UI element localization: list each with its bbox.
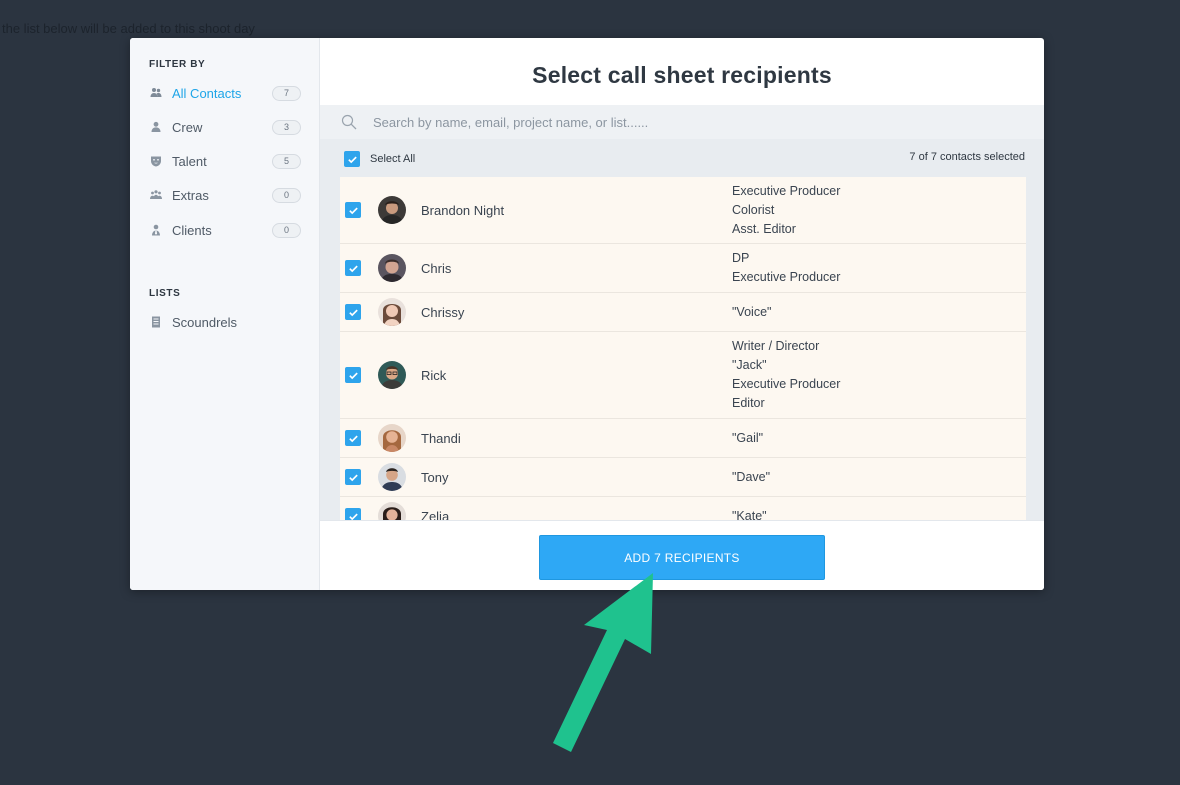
filter-extras[interactable]: Extras 0 (149, 184, 301, 206)
checkmark-icon (347, 156, 357, 163)
filter-count-badge: 7 (272, 85, 301, 101)
filter-label: Extras (172, 187, 209, 203)
contact-name: Rick (421, 367, 447, 383)
contact-row-chris[interactable]: Chris DP Executive Producer (340, 244, 1026, 293)
checkmark-icon (348, 513, 358, 520)
checkmark-icon (348, 309, 358, 316)
contact-checkbox[interactable] (345, 508, 361, 520)
contact-role: Executive Producer (732, 270, 841, 284)
contact-roles: Writer / Director "Jack" Executive Produ… (732, 337, 840, 413)
contact-roles: "Gail" (732, 429, 763, 448)
filter-clients[interactable]: Clients 0 (149, 219, 301, 241)
contact-checkbox[interactable] (345, 260, 361, 276)
avatar (378, 196, 406, 224)
contact-role: Executive Producer (732, 183, 841, 198)
client-icon (149, 223, 163, 237)
filter-label: Talent (172, 153, 207, 169)
contact-row-zelia[interactable]: Zelia "Kate" (340, 497, 1026, 520)
filter-sidebar: FILTER BY All Contacts 7 Crew 3 Talent 5 (130, 38, 320, 590)
filter-count-badge: 5 (272, 153, 301, 169)
contact-checkbox[interactable] (345, 469, 361, 485)
select-all[interactable]: Select All (344, 151, 415, 167)
avatar (378, 254, 406, 282)
recipients-modal: FILTER BY All Contacts 7 Crew 3 Talent 5 (130, 38, 1044, 590)
group-icon (149, 86, 163, 100)
avatar (378, 298, 406, 326)
contact-checkbox[interactable] (345, 202, 361, 218)
contact-roles: "Kate" (732, 507, 767, 521)
search-input[interactable] (373, 114, 873, 130)
recipients-panel: Select call sheet recipients Select All … (320, 38, 1044, 590)
list-icon (149, 315, 163, 329)
mask-icon (149, 154, 163, 168)
contact-role: Editor (732, 396, 765, 410)
checkmark-icon (348, 474, 358, 481)
filter-label: Clients (172, 222, 212, 238)
avatar (378, 463, 406, 491)
contact-row-chrissy[interactable]: Chrissy "Voice" (340, 293, 1026, 332)
contact-name: Chris (421, 260, 452, 276)
contact-name: Brandon Night (421, 202, 505, 218)
contact-role: Executive Producer (732, 377, 841, 391)
list-item-scoundrels[interactable]: Scoundrels (149, 311, 301, 333)
filter-count-badge: 0 (272, 187, 301, 203)
filter-label: Crew (172, 119, 203, 135)
contact-checkbox[interactable] (345, 430, 361, 446)
contact-roles: "Dave" (732, 468, 770, 487)
contact-row-brandon-night[interactable]: Brandon Night Executive Producer Coloris… (340, 177, 1026, 244)
filter-count-badge: 0 (272, 222, 301, 238)
contact-name: Chrissy (421, 304, 465, 320)
lists-heading: LISTS (149, 288, 181, 299)
filter-all-contacts[interactable]: All Contacts 7 (149, 82, 301, 104)
contact-role: "Jack" (732, 358, 767, 372)
contact-row-tony[interactable]: Tony "Dave" (340, 458, 1026, 497)
select-all-checkbox[interactable] (344, 151, 360, 167)
search-icon (341, 114, 357, 130)
list-label: Scoundrels (172, 314, 238, 330)
person-icon (149, 120, 163, 134)
crowd-icon (149, 188, 163, 202)
contact-name: Tony (421, 469, 449, 485)
search-bar (320, 105, 1044, 139)
filter-crew[interactable]: Crew 3 (149, 116, 301, 138)
checkmark-icon (348, 265, 358, 272)
contact-role: Writer / Director (732, 339, 820, 353)
avatar (378, 502, 406, 520)
filter-heading: FILTER BY (149, 59, 206, 70)
checkmark-icon (348, 207, 358, 214)
contact-role: DP (732, 251, 750, 265)
avatar (378, 424, 406, 452)
contact-name: Zelia (421, 508, 450, 521)
contact-role: Colorist (732, 202, 775, 217)
contact-row-thandi[interactable]: Thandi "Gail" (340, 419, 1026, 458)
contact-name: Thandi (421, 430, 461, 446)
contact-role: "Kate" (732, 508, 767, 521)
add-recipients-button[interactable]: ADD 7 RECIPIENTS (539, 535, 825, 580)
modal-footer: ADD 7 RECIPIENTS (320, 520, 1044, 590)
contact-roles: "Voice" (732, 303, 771, 322)
filter-talent[interactable]: Talent 5 (149, 150, 301, 172)
selected-count: 7 of 7 contacts selected (909, 151, 1025, 163)
avatar (378, 361, 406, 389)
contact-rows: Brandon Night Executive Producer Coloris… (340, 177, 1026, 520)
contact-role: "Dave" (732, 469, 771, 484)
background-page-text: the list below will be added to this sho… (2, 21, 255, 36)
select-all-label: Select All (370, 153, 416, 165)
contacts-list-area: Select All 7 of 7 contacts selected Bran… (320, 139, 1044, 520)
filter-count-badge: 3 (272, 119, 301, 135)
contact-role: "Gail" (732, 430, 764, 445)
checkmark-icon (348, 435, 358, 442)
contact-checkbox[interactable] (345, 367, 361, 383)
contact-row-rick[interactable]: Rick Writer / Director "Jack" Executive … (340, 332, 1026, 419)
contact-roles: DP Executive Producer (732, 249, 840, 287)
contact-roles: Executive Producer Colorist Asst. Editor (732, 182, 840, 239)
filter-label: All Contacts (172, 85, 242, 101)
contact-checkbox[interactable] (345, 304, 361, 320)
contact-role: "Voice" (732, 304, 772, 319)
modal-title: Select call sheet recipients (532, 62, 832, 88)
contact-role: Asst. Editor (732, 221, 796, 236)
checkmark-icon (348, 372, 358, 379)
